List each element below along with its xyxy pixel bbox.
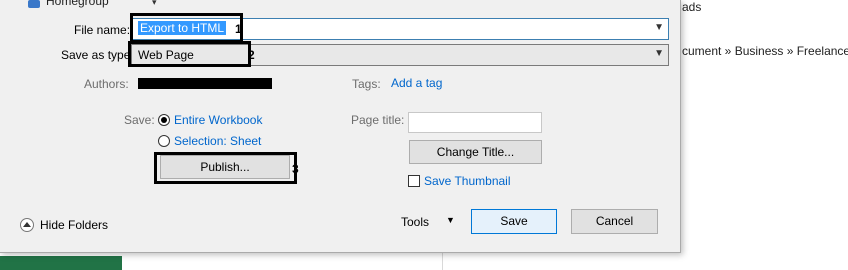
radio-entire-workbook-label[interactable]: Entire Workbook — [174, 113, 262, 127]
chevron-down-icon[interactable]: ▼ — [654, 48, 664, 59]
callout-box-2 — [128, 41, 251, 67]
callout-box-3 — [154, 152, 297, 184]
chevron-down-icon[interactable]: ▾ — [152, 0, 157, 8]
save-as-dialog: Homegroup ▾ File name: Export to HTML ▼ … — [0, 0, 681, 253]
tools-menu[interactable]: Tools — [401, 215, 429, 229]
chevron-up-circle-icon[interactable] — [20, 218, 34, 232]
radio-selection-sheet-label[interactable]: Selection: Sheet — [174, 134, 261, 148]
radio-selection-sheet[interactable] — [158, 135, 170, 147]
callout-number-1: 1 — [235, 22, 242, 36]
hide-folders-button[interactable]: Hide Folders — [40, 218, 108, 232]
add-tag-link[interactable]: Add a tag — [391, 76, 442, 90]
page-title-field[interactable] — [408, 112, 542, 133]
save-scope-label: Save: — [124, 113, 155, 127]
callout-number-3: 3 — [292, 162, 299, 176]
tags-label: Tags: — [352, 77, 381, 91]
chevron-down-icon[interactable]: ▼ — [654, 22, 664, 33]
nav-item-homegroup[interactable]: Homegroup — [46, 0, 109, 8]
background-text: ads — [682, 0, 702, 14]
save-thumbnail-label[interactable]: Save Thumbnail — [424, 174, 511, 188]
page-title-label: Page title: — [351, 113, 405, 127]
save-as-type-label: Save as type: — [61, 48, 134, 62]
chevron-down-icon[interactable]: ▼ — [446, 215, 455, 225]
callout-box-1 — [130, 13, 243, 43]
background-breadcrumb: cument » Business » Freelance » — [682, 44, 848, 58]
file-name-label: File name: — [74, 23, 131, 37]
authors-value-redacted — [138, 78, 272, 89]
cancel-button[interactable]: Cancel — [571, 209, 658, 234]
callout-number-2: 2 — [248, 48, 255, 62]
save-button[interactable]: Save — [471, 209, 557, 234]
excel-status-strip — [0, 256, 122, 270]
authors-label: Authors: — [84, 77, 129, 91]
change-title-button[interactable]: Change Title... — [409, 140, 542, 164]
save-thumbnail-checkbox[interactable] — [408, 175, 420, 187]
homegroup-icon — [28, 0, 40, 8]
radio-entire-workbook[interactable] — [158, 114, 170, 126]
